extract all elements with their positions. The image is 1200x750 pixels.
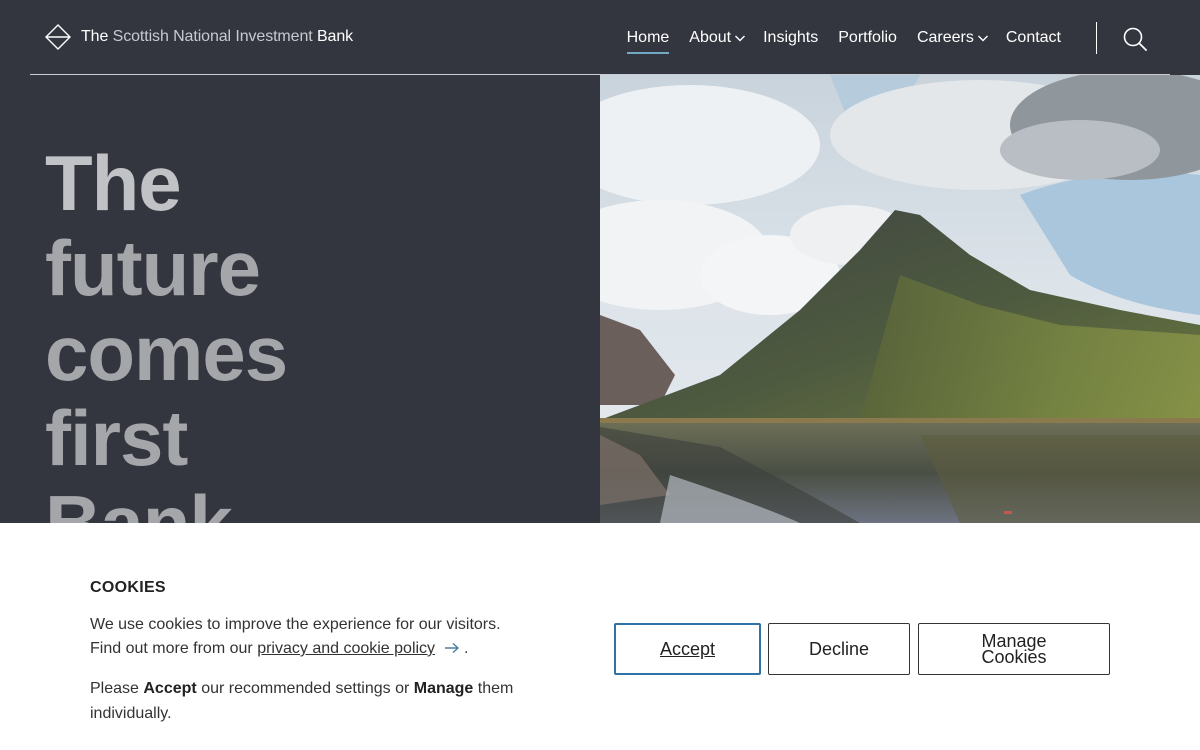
cookie-instructions: Please Accept our recommended settings o…	[90, 680, 514, 722]
search-icon	[1123, 27, 1147, 51]
hero-headline-line: first	[45, 394, 188, 482]
nav-divider	[1096, 22, 1097, 54]
nav-item-careers[interactable]: Careers	[917, 28, 988, 48]
hero-headline: The future comes first Bank	[45, 139, 288, 524]
nav-item-portfolio[interactable]: Portfolio	[838, 28, 897, 48]
arrow-right-icon	[444, 642, 459, 654]
hero-headline-line: Bank	[45, 479, 233, 524]
cookie-title: COOKIES	[90, 579, 166, 596]
nav-item-home[interactable]: Home	[626, 28, 669, 54]
decline-cookies-button[interactable]: Decline	[768, 623, 910, 675]
privacy-policy-link[interactable]: privacy and cookie policy	[257, 640, 435, 657]
logo-text: The Scottish National Investment Bank	[81, 28, 354, 45]
hero-image	[600, 75, 1200, 523]
search-button[interactable]	[1121, 25, 1149, 53]
nav-item-contact[interactable]: Contact	[1006, 28, 1061, 48]
site-header: The Scottish National Investment Bank Ho…	[0, 0, 1200, 75]
chevron-down-icon	[977, 35, 988, 42]
manage-cookies-button[interactable]: Manage Cookies	[918, 623, 1110, 675]
hero-headline-line: The	[45, 139, 182, 227]
nav-item-about[interactable]: About	[689, 28, 746, 48]
header-rule	[30, 74, 1170, 75]
hero-text-panel: The future comes first Bank	[0, 75, 600, 523]
mountain-lake-photo	[600, 75, 1200, 523]
accept-cookies-button[interactable]: Accept	[614, 623, 761, 675]
page: The Scottish National Investment Bank Ho…	[0, 0, 1200, 750]
hero-headline-line: comes	[45, 309, 288, 397]
main-nav: Home About Insights Portfolio Careers Co…	[626, 28, 1061, 54]
nav-item-insights[interactable]: Insights	[763, 28, 818, 48]
diamond-logo-icon	[45, 24, 71, 50]
chevron-down-icon	[735, 35, 746, 42]
site-logo-link[interactable]: The Scottish National Investment Bank	[45, 24, 353, 50]
hero-headline-line: future	[45, 224, 261, 312]
cookie-banner: COOKIES We use cookies to improve the ex…	[0, 523, 1200, 750]
cookie-description: We use cookies to improve the experience…	[90, 616, 501, 657]
